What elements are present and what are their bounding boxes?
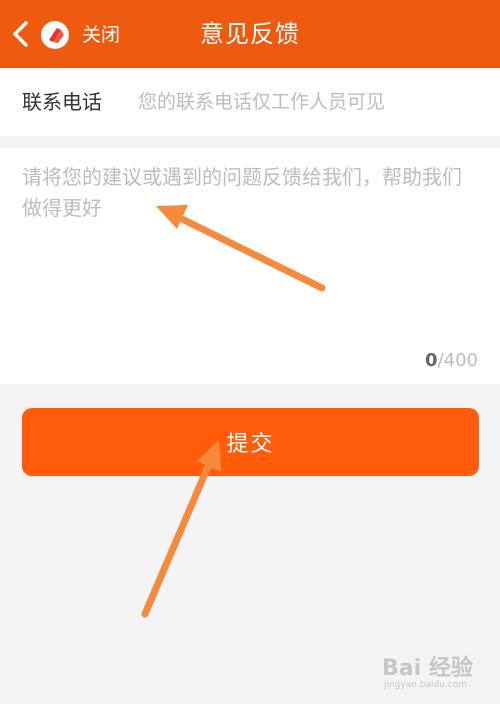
submit-button[interactable]: 提交 (22, 408, 479, 476)
feedback-box: 0/400 (0, 148, 500, 384)
char-counter: 0/400 (425, 350, 478, 371)
back-arrow-icon[interactable] (10, 20, 32, 48)
watermark-brand: Bai 经验 (382, 656, 473, 681)
close-link[interactable]: 关闭 (82, 22, 120, 48)
baidu-jingyan-watermark: Bai 经验 jingyan.baidu.com (382, 650, 492, 696)
feedback-textarea[interactable] (22, 162, 480, 332)
app-logo-icon (41, 21, 69, 49)
top-bar: 关闭 意见反馈 (0, 0, 500, 68)
char-count: 0 (425, 350, 438, 371)
page-title: 意见反馈 (200, 20, 300, 48)
watermark-url: jingyan.baidu.com (384, 680, 468, 690)
contact-phone-label: 联系电话 (22, 90, 102, 114)
char-limit: /400 (437, 350, 478, 371)
contact-phone-row: 联系电话 (0, 68, 500, 136)
contact-phone-input[interactable] (138, 82, 483, 122)
